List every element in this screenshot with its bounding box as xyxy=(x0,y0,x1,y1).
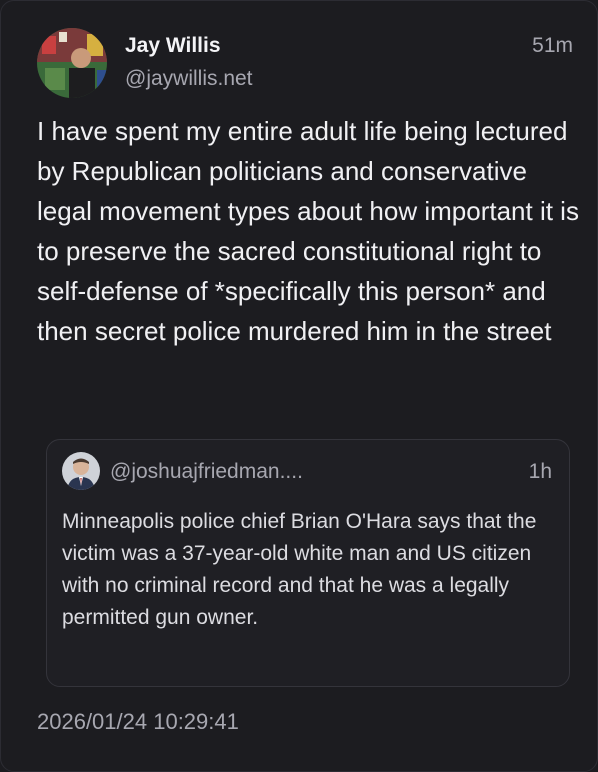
post-card: Jay Willis @jaywillis.net 51m I have spe… xyxy=(0,0,598,772)
author-avatar[interactable] xyxy=(37,28,107,98)
post-timestamp: 2026/01/24 10:29:41 xyxy=(37,709,239,734)
author-handle[interactable]: @jaywillis.net xyxy=(125,67,253,91)
quoted-post-body: Minneapolis police chief Brian O'Hara sa… xyxy=(62,510,537,629)
author-name[interactable]: Jay Willis xyxy=(125,34,221,58)
quoted-author-avatar xyxy=(62,452,100,490)
post-relative-time: 51m xyxy=(532,34,573,57)
quoted-author-handle[interactable]: @joshuajfriedman.... xyxy=(110,460,303,484)
post-body: I have spent my entire adult life being … xyxy=(37,116,579,346)
quoted-post[interactable]: @joshuajfriedman.... 1h Minneapolis poli… xyxy=(46,439,570,687)
quoted-relative-time: 1h xyxy=(528,460,552,483)
